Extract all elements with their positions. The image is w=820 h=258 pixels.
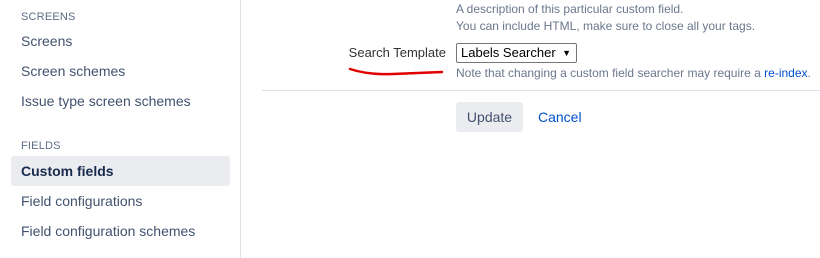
search-template-label: Search Template	[348, 45, 446, 60]
sidebar-item-field-configurations[interactable]: Field configurations	[11, 186, 230, 216]
red-underline-annotation	[348, 67, 444, 76]
reindex-note-end: .	[807, 66, 811, 80]
sidebar-item-issue-type-screen-schemes[interactable]: Issue type screen schemes	[11, 86, 230, 116]
description-help-line1: A description of this particular custom …	[456, 2, 684, 16]
reindex-note: Note that changing a custom field search…	[456, 66, 811, 80]
sidebar-item-custom-fields[interactable]: Custom fields	[11, 156, 230, 186]
section-title-screens: SCREENS	[21, 11, 76, 23]
update-button[interactable]: Update	[456, 102, 523, 132]
reindex-note-text: Note that changing a custom field search…	[456, 66, 765, 80]
sidebar-item-field-configuration-schemes[interactable]: Field configuration schemes	[11, 216, 230, 246]
sidebar-item-screen-schemes[interactable]: Screen schemes	[11, 56, 230, 86]
main-content: A description of this particular custom …	[242, 0, 820, 258]
section-title-fields: FIELDS	[21, 140, 61, 152]
description-help-line2: You can include HTML, make sure to close…	[456, 19, 756, 33]
form-divider	[262, 90, 820, 91]
sidebar: SCREENS Screens Screen schemes Issue typ…	[0, 0, 241, 258]
sidebar-item-screens[interactable]: Screens	[11, 26, 230, 56]
search-template-select[interactable]: Labels Searcher ▼	[456, 43, 577, 63]
reindex-link[interactable]: re-index	[764, 66, 807, 80]
cancel-link[interactable]: Cancel	[538, 102, 582, 132]
search-template-selected-value: Labels Searcher	[461, 45, 556, 60]
dropdown-arrow-icon: ▼	[562, 48, 571, 58]
